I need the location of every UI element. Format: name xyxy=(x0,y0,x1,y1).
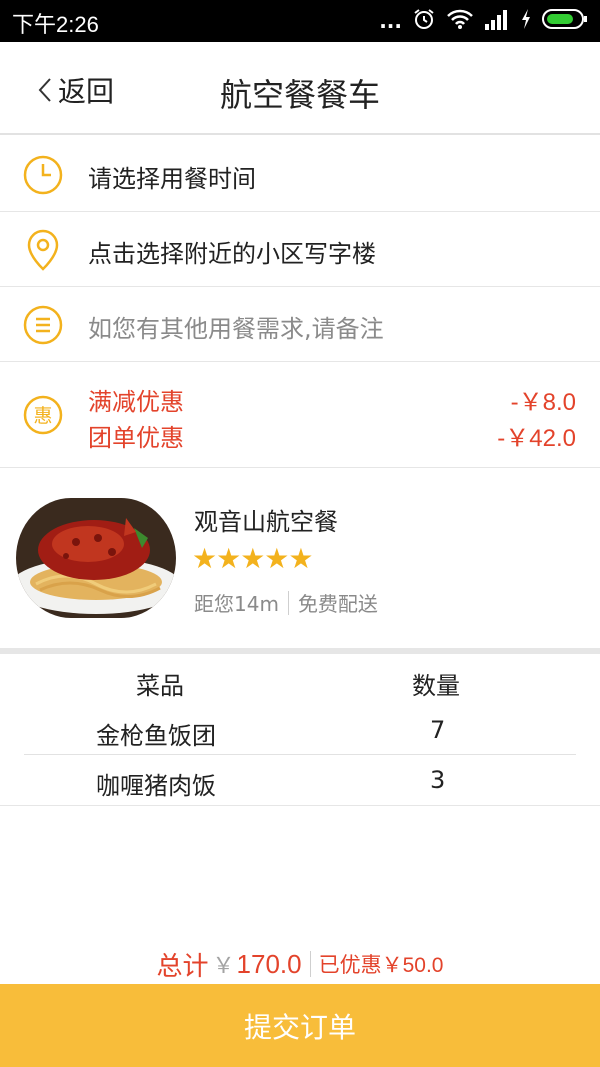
discount-icon: 惠 xyxy=(22,394,64,440)
row-divider xyxy=(24,754,576,755)
signal-icon xyxy=(484,8,510,34)
order-table: 菜品 数量 金枪鱼饭团 7 咖喱猪肉饭 3 xyxy=(0,654,600,806)
more-dots: ... xyxy=(379,9,402,33)
shop-distance: 距您14m xyxy=(194,592,279,616)
note-input[interactable]: 如您有其他用餐需求,请备注 xyxy=(0,287,600,362)
meta-divider xyxy=(287,590,289,615)
shop-meta: 距您14m 免费配送 xyxy=(194,588,378,617)
battery-icon xyxy=(542,8,588,34)
total-currency: ￥ xyxy=(212,953,235,978)
submit-order-button[interactable]: 提交订单 xyxy=(0,984,600,1067)
meal-time-label: 请选择用餐时间 xyxy=(88,165,256,193)
saved-amount: 已优惠￥50.0 xyxy=(318,954,444,977)
discount-icon-char: 惠 xyxy=(33,405,52,427)
table-row-quantity: 3 xyxy=(430,766,446,794)
rating-stars: ★★★★★ xyxy=(192,542,314,575)
wifi-icon xyxy=(446,8,474,34)
table-row-dish: 金枪鱼饭团 xyxy=(96,722,216,750)
quantity-column-header: 数量 xyxy=(412,672,460,700)
shop-card[interactable]: 观音山航空餐 ★★★★★ 距您14m 免费配送 xyxy=(0,468,600,648)
table-row-dish: 咖喱猪肉饭 xyxy=(96,772,216,800)
menu-icon xyxy=(22,304,64,350)
status-icons: ... xyxy=(379,8,588,34)
full-reduction-label: 满减优惠 xyxy=(88,388,184,416)
status-time: 下午2:26 xyxy=(12,12,99,37)
discount-section: 惠 满减优惠 -￥8.0 团单优惠 -￥42.0 xyxy=(0,362,600,468)
group-discount-label: 团单优惠 xyxy=(88,424,184,452)
table-row-quantity: 7 xyxy=(430,716,446,744)
location-label: 点击选择附近的小区写字楼 xyxy=(88,240,376,268)
order-total: 总计 ￥ 170.0 已优惠￥50.0 xyxy=(0,944,600,984)
location-pin-icon xyxy=(22,228,64,276)
page-title: 航空餐餐车 xyxy=(219,76,380,114)
status-bar: 下午2:26 ... xyxy=(0,0,600,42)
group-discount-value: -￥42.0 xyxy=(497,425,576,452)
total-label: 总计 xyxy=(156,951,209,982)
navigation-bar: 返回 航空餐餐车 xyxy=(0,42,600,135)
full-reduction-value: -￥8.0 xyxy=(510,389,576,416)
dish-column-header: 菜品 xyxy=(136,672,184,700)
meal-time-selector[interactable]: 请选择用餐时间 xyxy=(0,137,600,212)
alarm-icon xyxy=(412,7,436,35)
total-amount: 170.0 xyxy=(236,948,302,979)
shop-name: 观音山航空餐 xyxy=(194,508,338,536)
clock-icon xyxy=(22,154,64,200)
shop-delivery: 免费配送 xyxy=(297,592,378,616)
charging-icon xyxy=(520,8,532,34)
shop-food-image xyxy=(16,498,176,618)
total-divider xyxy=(309,951,311,977)
location-selector[interactable]: 点击选择附近的小区写字楼 xyxy=(0,212,600,287)
note-placeholder: 如您有其他用餐需求,请备注 xyxy=(88,315,384,343)
